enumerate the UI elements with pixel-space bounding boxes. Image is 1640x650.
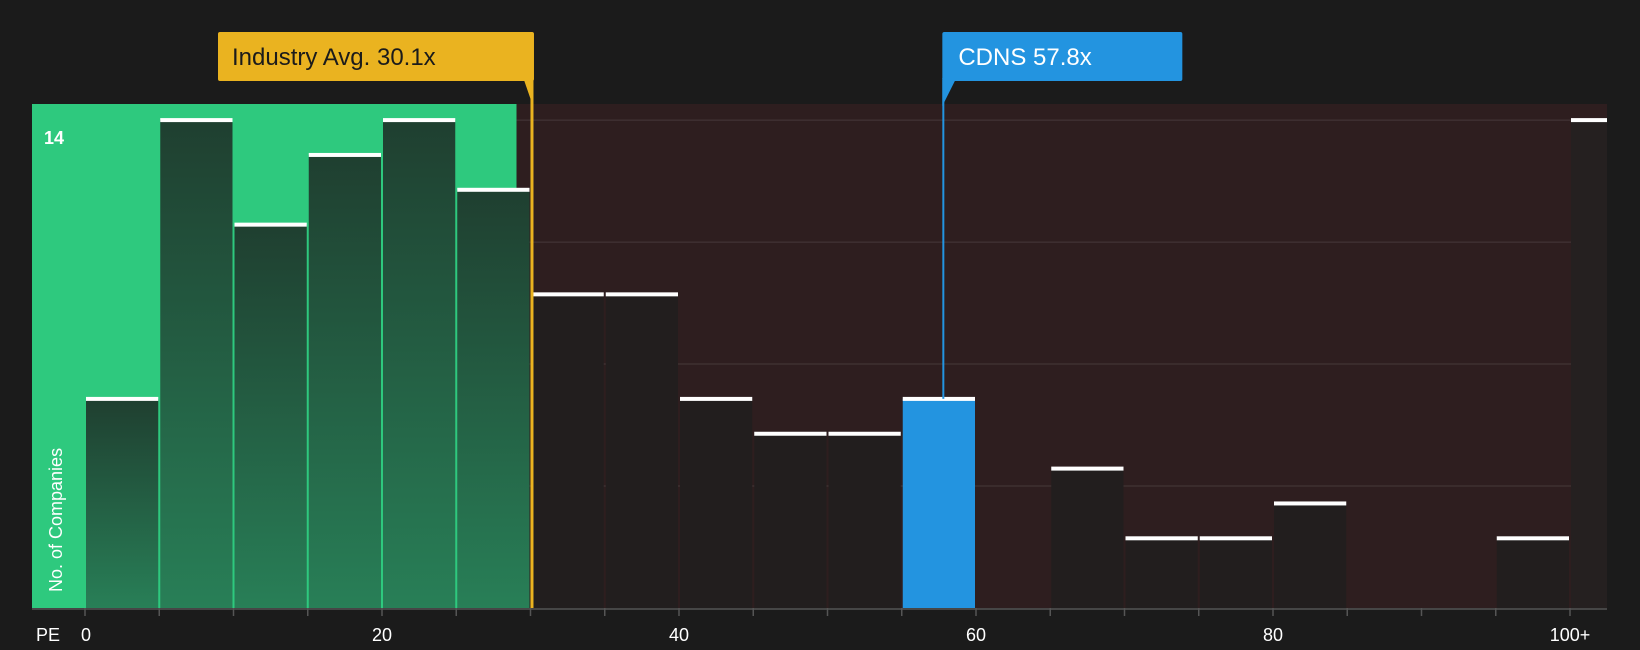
bar-20 [383, 120, 456, 608]
x-axis-label: PE [36, 625, 60, 645]
bar-top-80 [1274, 501, 1347, 506]
bar-top-30 [531, 292, 604, 297]
bar-top-5 [160, 118, 233, 123]
x-tick-label-40: 40 [669, 625, 689, 645]
x-tick-label-0: 0 [81, 625, 91, 645]
company-label: CDNS 57.8x [958, 44, 1091, 71]
bar-15 [308, 154, 381, 608]
bar-55 [902, 398, 975, 608]
bar-65 [1051, 468, 1124, 608]
bar-100 [1571, 120, 1607, 608]
bar-top-65 [1051, 466, 1124, 471]
x-tick-label-20: 20 [372, 625, 392, 645]
bar-top-75 [1199, 536, 1272, 541]
bar-50 [828, 433, 901, 608]
industry-avg-pointer [523, 80, 533, 106]
bar-top-70 [1125, 536, 1198, 541]
bar-25 [457, 189, 530, 609]
bar-95 [1496, 538, 1569, 608]
bar-top-50 [828, 431, 901, 436]
industry-avg-label: Industry Avg. 30.1x [232, 44, 436, 71]
bar-top-25 [457, 187, 530, 192]
bar-40 [680, 398, 753, 608]
bar-5 [160, 120, 233, 608]
bar-0 [86, 398, 159, 608]
bar-75 [1199, 538, 1272, 608]
x-tick-label-100: 100+ [1550, 625, 1591, 645]
bar-top-10 [234, 222, 307, 227]
bar-top-55 [902, 396, 975, 401]
pe-histogram-chart: 0 20 40 60 80 100+ Industry Avg. 30.1x CDNS 57… [32, 32, 1607, 645]
bar-top-20 [383, 118, 456, 123]
bar-top-40 [680, 396, 753, 401]
y-max-label: 14 [44, 128, 64, 148]
bar-top-100 [1571, 118, 1607, 123]
bar-top-15 [308, 152, 381, 157]
bar-80 [1274, 503, 1347, 608]
y-axis-label: No. of Companies [46, 448, 66, 592]
x-tick-label-80: 80 [1263, 625, 1283, 645]
bar-10 [234, 224, 307, 608]
bar-30 [531, 294, 604, 608]
bar-45 [754, 433, 827, 608]
bar-top-45 [754, 431, 827, 436]
bar-35 [605, 294, 678, 608]
bar-top-95 [1496, 536, 1569, 541]
bar-70 [1125, 538, 1198, 608]
x-tick-label-60: 60 [966, 625, 986, 645]
bar-top-0 [86, 396, 159, 401]
bar-top-35 [605, 292, 678, 297]
